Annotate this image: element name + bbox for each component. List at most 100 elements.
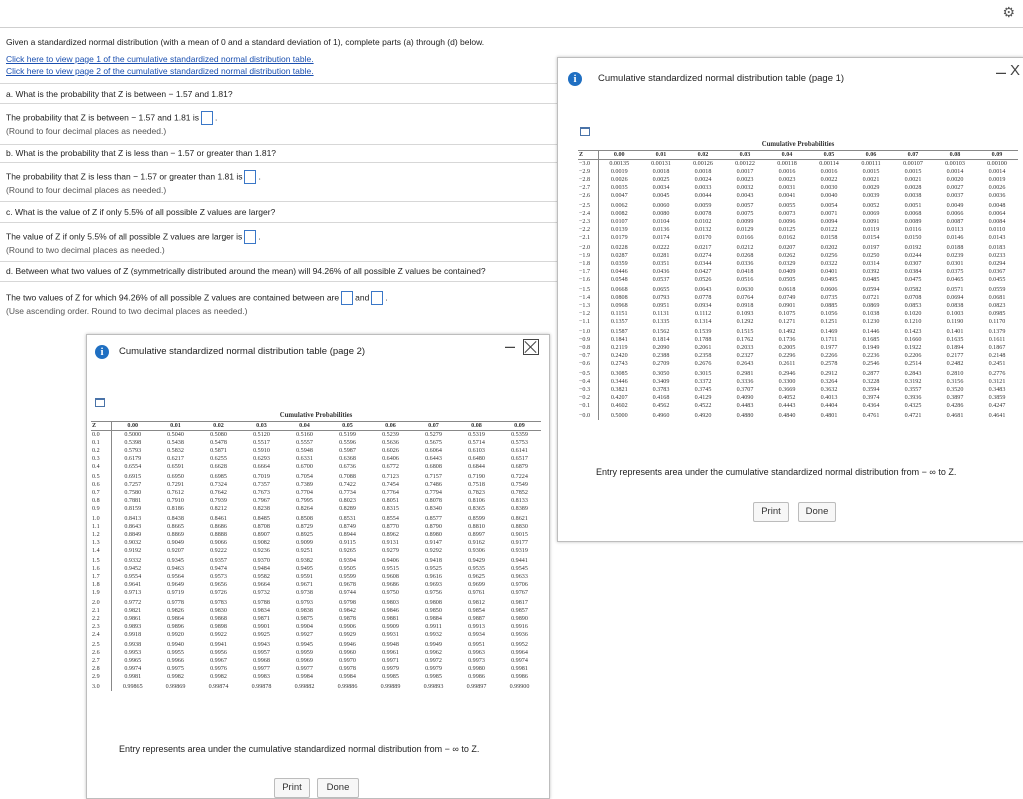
z-value-cell: −1.4 [578, 294, 599, 302]
divider [0, 201, 557, 202]
probability-cell: 0.9922 [210, 632, 227, 638]
part-d-answer2-input[interactable] [371, 291, 384, 305]
z-value-cell: 2.9 [91, 673, 112, 681]
part-a-answer-input[interactable] [201, 111, 214, 125]
z-value-cell: 3.0 [91, 681, 112, 691]
divider [0, 281, 557, 282]
probability-cell: 0.3745 [694, 387, 712, 393]
table-row: 2.1 0.9821 0.9826 0.9830 0.9834 0.9838 0.9842 0… [91, 607, 541, 615]
probability-cell: 0.3121 [988, 379, 1006, 385]
probability-cell: 0.9957 [253, 650, 270, 656]
link-table-page1[interactable]: Click here to view page 1 of the cumulat… [6, 54, 314, 64]
probability-cell: 0.9115 [339, 540, 356, 546]
probability-cell: 0.1562 [652, 329, 670, 335]
probability-cell: 0.9979 [382, 666, 399, 672]
minimize-button[interactable]: – [996, 62, 1006, 83]
part-d-answer1-input[interactable] [341, 291, 354, 305]
column-header: 0.05 [808, 150, 850, 160]
part-a-prompt-row: The probability that Z is between − 1.57… [6, 111, 217, 125]
probability-cell: 0.2482 [946, 361, 964, 367]
probability-cell: 0.9913 [468, 624, 485, 630]
probability-cell: 0.9857 [511, 608, 528, 614]
table-page2: Cumulative Probabilities Z 0.00 0.01 0.02 0.… [91, 411, 541, 691]
probability-cell: 0.0043 [736, 193, 754, 199]
part-b-answer-input[interactable] [244, 170, 257, 184]
probability-cell: 0.9798 [339, 600, 356, 606]
probability-cell: 0.7910 [167, 498, 184, 504]
probability-cell: 0.9713 [124, 590, 142, 596]
probability-cell: 0.0096 [778, 219, 796, 225]
probability-cell: 0.4443 [778, 403, 796, 409]
probability-cell: 0.9884 [425, 616, 442, 622]
probability-cell: 0.2578 [820, 361, 838, 367]
part-c-answer-input[interactable] [244, 230, 257, 244]
probability-cell: 0.0869 [862, 303, 880, 309]
probability-cell: 0.9977 [253, 666, 270, 672]
table-row: −1.5 0.0668 0.0655 0.0643 0.0630 0.0618 0.0606… [578, 284, 1018, 294]
probability-cell: 0.9945 [296, 642, 313, 648]
probability-cell: 0.0084 [988, 219, 1006, 225]
probability-cell: 0.4052 [778, 395, 796, 401]
column-header: 0.06 [369, 421, 412, 431]
probability-cell: 0.1210 [904, 319, 922, 325]
probability-cell: 0.9972 [425, 658, 442, 664]
divider [0, 103, 557, 104]
probability-cell: 0.2709 [652, 361, 670, 367]
probability-cell: 0.9726 [210, 590, 227, 596]
probability-cell: 0.4721 [904, 413, 922, 419]
gear-icon[interactable]: ⚙ [1002, 5, 1015, 19]
print-button[interactable]: Print [274, 778, 310, 798]
probability-cell: 0.1379 [988, 329, 1006, 335]
table-row: 2.3 0.9893 0.9896 0.9898 0.9901 0.9904 0.9906 0… [91, 623, 541, 631]
probability-cell: 0.7088 [339, 474, 356, 480]
probability-cell: 0.9979 [425, 666, 442, 672]
probability-cell: 0.3264 [820, 379, 838, 385]
z-value-cell: −2.7 [578, 184, 599, 192]
probability-cell: 0.00126 [693, 161, 713, 167]
table-row: −2.8 0.0026 0.0025 0.0024 0.0023 0.0023 0.0022… [578, 176, 1018, 184]
probability-cell: 0.5359 [511, 432, 528, 438]
probability-cell: 0.0853 [904, 303, 922, 309]
probability-cell: 0.0028 [904, 185, 922, 191]
probability-cell: 0.2090 [652, 345, 670, 351]
probability-cell: 0.9817 [511, 600, 528, 606]
done-button[interactable]: Done [798, 502, 836, 522]
probability-cell: 0.0036 [988, 193, 1006, 199]
probability-cell: 0.9904 [296, 624, 313, 630]
close-icon[interactable] [523, 339, 539, 355]
probability-cell: 0.0179 [610, 235, 628, 241]
probability-cell: 0.99878 [251, 684, 272, 690]
part-a-prompt: The probability that Z is between − 1.57… [6, 112, 200, 123]
probability-cell: 0.0139 [610, 227, 628, 233]
probability-cell: 0.8599 [468, 516, 485, 522]
probability-cell: 0.99882 [294, 684, 315, 690]
probability-cell: 0.9927 [296, 632, 313, 638]
probability-cell: 0.3372 [694, 379, 712, 385]
close-button[interactable]: X [1010, 62, 1020, 79]
table-row: 0.2 0.5793 0.5832 0.5871 0.5910 0.5948 0.5987 0… [91, 447, 541, 455]
probability-cell: 0.0778 [694, 295, 712, 301]
table-row: 1.6 0.9452 0.9463 0.9474 0.9484 0.9495 0.9505 0… [91, 565, 541, 573]
table-row: −1.6 0.0548 0.0537 0.0526 0.0516 0.0505 0.0495… [578, 276, 1018, 284]
probability-cell: 0.0068 [904, 211, 922, 217]
probability-cell: 0.8577 [425, 516, 442, 522]
probability-cell: 0.9671 [296, 582, 313, 588]
link-table-page2[interactable]: Click here to view page 2 of the cumulat… [6, 66, 314, 76]
print-button[interactable]: Print [753, 502, 789, 522]
z-value-cell: −1.7 [578, 268, 599, 276]
probability-cell: 0.0016 [820, 169, 838, 175]
probability-cell: 0.3783 [652, 387, 670, 393]
probability-cell: 0.7157 [425, 474, 442, 480]
minimize-button[interactable]: – [505, 336, 515, 357]
probability-cell: 0.8365 [468, 506, 485, 512]
probability-cell: 0.0384 [904, 269, 922, 275]
probability-cell: 0.0129 [736, 227, 754, 233]
table-page1-window: i Cumulative standardized normal distrib… [557, 57, 1023, 542]
probability-cell: 0.9952 [511, 642, 528, 648]
probability-cell: 0.0014 [988, 169, 1006, 175]
column-header: 0.01 [154, 421, 197, 431]
probability-cell: 0.0202 [820, 245, 838, 251]
probability-cell: 0.0116 [904, 227, 922, 233]
probability-cell: 0.5279 [425, 432, 442, 438]
done-button[interactable]: Done [317, 778, 359, 798]
